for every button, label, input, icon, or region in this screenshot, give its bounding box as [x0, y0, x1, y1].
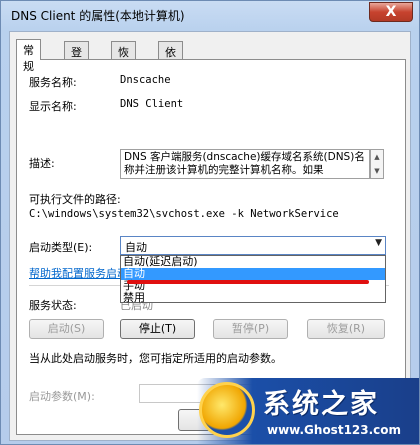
- startup-type-label: 启动类型(E):: [29, 241, 93, 254]
- tab-logon[interactable]: 登录: [64, 41, 89, 75]
- watermark-url: www.Ghost123.com: [267, 423, 402, 437]
- window-title: DNS Client 的属性(本地计算机): [11, 9, 185, 23]
- close-button[interactable]: X: [369, 2, 413, 22]
- description-box[interactable]: DNS 客户端服务(dnscache)缓存域名系统(DNS)名称并注册该计算机的…: [120, 149, 370, 179]
- help-configure-link[interactable]: 帮助我配置服务启动: [29, 265, 128, 281]
- pause-button[interactable]: 暂停(P): [213, 319, 288, 339]
- watermark-logo-icon: [199, 382, 255, 438]
- exe-path-label: 可执行文件的路径:: [29, 193, 121, 206]
- annotation-underline: [127, 280, 369, 284]
- start-params-label: 启动参数(M):: [29, 390, 95, 403]
- resume-button[interactable]: 恢复(R): [307, 319, 385, 339]
- service-status-label: 服务状态:: [29, 299, 77, 312]
- startup-option-auto[interactable]: 自动: [121, 268, 385, 280]
- start-params-hint: 当从此处启动服务时，您可指定所适用的启动参数。: [29, 352, 282, 365]
- tab-dependencies[interactable]: 依存关系: [158, 41, 183, 107]
- site-watermark: 系统之家 www.Ghost123.com: [197, 378, 419, 444]
- title-bar[interactable]: DNS Client 的属性(本地计算机) X: [1, 1, 419, 31]
- tab-general[interactable]: 常规: [16, 39, 41, 73]
- description-label: 描述:: [29, 157, 55, 170]
- scroll-down-icon[interactable]: ▼: [371, 164, 383, 178]
- startup-option-disabled[interactable]: 禁用: [121, 292, 385, 304]
- service-name-label: 服务名称:: [29, 76, 77, 89]
- tab-recovery[interactable]: 恢复: [111, 41, 136, 75]
- description-scrollbar[interactable]: ▲ ▼: [370, 149, 384, 179]
- start-button[interactable]: 启动(S): [29, 319, 104, 339]
- stop-button[interactable]: 停止(T): [120, 319, 195, 339]
- chevron-down-icon[interactable]: ▼: [375, 238, 382, 248]
- scroll-up-icon[interactable]: ▲: [371, 150, 383, 164]
- exe-path-value: C:\windows\system32\svchost.exe -k Netwo…: [29, 208, 339, 220]
- startup-type-select[interactable]: 自动 ▼: [120, 236, 386, 255]
- display-name-label: 显示名称:: [29, 100, 77, 113]
- display-name-value: DNS Client: [120, 98, 184, 110]
- service-name-value: Dnscache: [120, 74, 171, 86]
- startup-type-value: 自动: [125, 241, 147, 254]
- watermark-title: 系统之家: [263, 389, 379, 420]
- startup-type-dropdown: 自动(延迟启动) 自动 手动 禁用: [120, 255, 386, 304]
- startup-option-delayed[interactable]: 自动(延迟启动): [121, 256, 385, 268]
- properties-window: DNS Client 的属性(本地计算机) X 常规 登录 恢复 依存关系 服务…: [0, 0, 420, 445]
